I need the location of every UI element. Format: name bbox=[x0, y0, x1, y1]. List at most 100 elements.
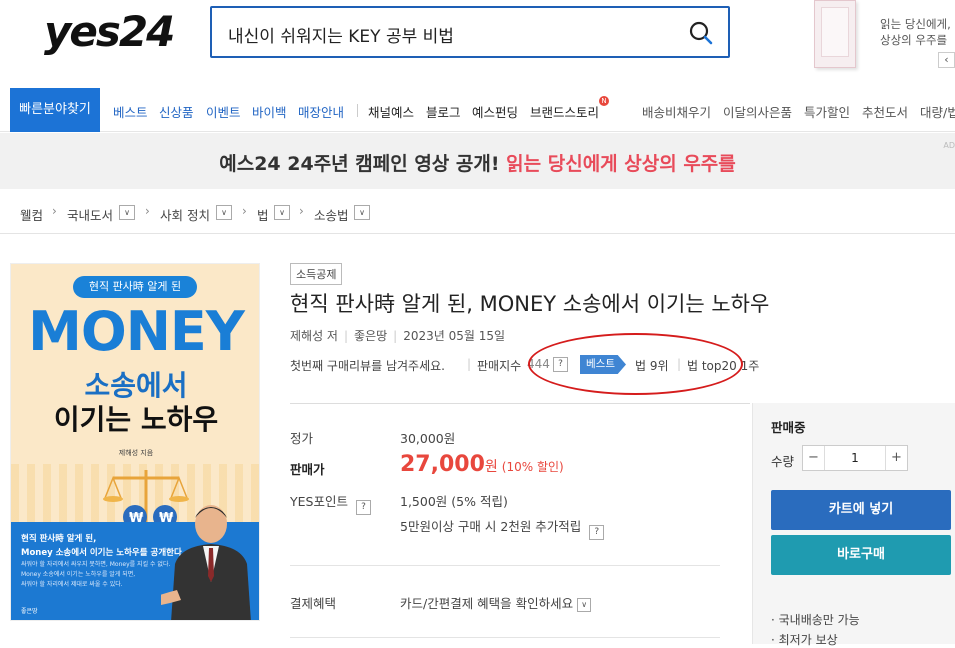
breadcrumb: 웰컴 › 국내도서 ∨ › 사회 정치 ∨ › 법 ∨ › 소송법 ∨ bbox=[0, 190, 955, 234]
cover-title-money: MONEY bbox=[28, 300, 245, 363]
yes-point-value: 1,500원 (5% 적립) bbox=[400, 494, 508, 509]
sales-status: 판매중 bbox=[771, 420, 806, 435]
banner-text-main: 예스24 24주년 캠페인 영상 공개! bbox=[219, 153, 500, 175]
discount-rate: (10% 할인) bbox=[501, 460, 564, 474]
buy-now-button[interactable]: 바로구매 bbox=[771, 535, 951, 575]
cover-tag: 현직 판사時 알게 된 bbox=[73, 276, 197, 298]
annotation-circle bbox=[528, 333, 743, 395]
cover-small-line-1: 싸워야 할 자리에서 싸우지 못하면, Money를 지킬 수 없다. bbox=[21, 561, 171, 568]
breadcrumb-domestic[interactable]: 국내도서 bbox=[67, 205, 113, 224]
promo-prev-button[interactable]: ‹ bbox=[938, 52, 955, 68]
quantity-decrease-button[interactable]: − bbox=[803, 446, 825, 470]
breadcrumb-society[interactable]: 사회 정치 bbox=[160, 205, 210, 224]
nav-special-sale[interactable]: 특가할인 bbox=[804, 102, 850, 121]
nav-new[interactable]: 신상품 bbox=[159, 102, 194, 121]
search-input[interactable]: 내신이 쉬워지는 KEY 공부 비법 bbox=[228, 22, 454, 47]
banner-text-highlight: 읽는 당신에게 상상의 우주를 bbox=[506, 153, 736, 175]
new-badge: N bbox=[599, 96, 609, 106]
breadcrumb-law[interactable]: 법 bbox=[257, 205, 269, 224]
nav-blog[interactable]: 블로그 bbox=[426, 102, 461, 121]
chevron-down-icon[interactable]: ∨ bbox=[354, 205, 370, 220]
nav-brand-story[interactable]: 브랜드스토리 bbox=[530, 102, 599, 121]
chevron-down-icon[interactable]: ∨ bbox=[577, 597, 592, 612]
ad-label: AD bbox=[943, 141, 955, 150]
cover-title-line3: 이기는 노하우 bbox=[53, 403, 219, 436]
chevron-right-icon: › bbox=[145, 204, 150, 218]
chevron-right-icon: › bbox=[52, 204, 57, 218]
sale-price-unit: 원 bbox=[484, 459, 498, 475]
chevron-right-icon: › bbox=[242, 204, 247, 218]
book-date: 2023년 05월 15일 bbox=[403, 329, 506, 343]
banner-text: 예스24 24주년 캠페인 영상 공개! 읽는 당신에게 상상의 우주를 bbox=[0, 149, 955, 176]
yes-point-label: YES포인트 ? bbox=[290, 491, 371, 515]
cover-small-line-3: 싸워야 할 자리에서 제대로 싸울 수 있다. bbox=[21, 581, 123, 588]
divider bbox=[290, 565, 720, 566]
list-price-label: 정가 bbox=[290, 431, 314, 446]
chevron-right-icon: › bbox=[299, 204, 304, 218]
sale-price-label: 판매가 bbox=[290, 462, 325, 477]
quantity-label: 수량 bbox=[771, 454, 795, 469]
promo-text[interactable]: 읽는 당신에게, 상상의 우주를 bbox=[880, 16, 951, 48]
search-icon[interactable] bbox=[688, 20, 714, 46]
cover-publisher: 좋은땅 bbox=[21, 608, 38, 615]
nav-channel-yes[interactable]: 채널예스 bbox=[368, 102, 414, 121]
list-price-value: 30,000원 bbox=[400, 431, 456, 446]
help-icon[interactable]: ? bbox=[589, 525, 605, 540]
yes-point-label-text: YES포인트 bbox=[290, 494, 348, 509]
cover-small-text: 싸워야 할 자리에서 싸우지 못하면, Money를 지킬 수 없다. Mone… bbox=[21, 560, 170, 590]
book-cover[interactable]: 현직 판사時 알게 된 MONEY 소송에서 이기는 노하우 제해성 지음 ₩ … bbox=[10, 263, 260, 621]
sales-index-label: 판매지수 bbox=[477, 359, 522, 373]
nav-store[interactable]: 매장안내 bbox=[298, 102, 344, 121]
book-author[interactable]: 제해성 저 bbox=[290, 329, 338, 343]
quantity-stepper: − 1 + bbox=[802, 445, 908, 471]
nav-bulk[interactable]: 대량/법 bbox=[920, 102, 955, 121]
nav-divider bbox=[357, 104, 358, 117]
lowest-price-note[interactable]: · 최저가 보상 bbox=[771, 631, 838, 648]
tax-deduction-tag: 소득공제 bbox=[290, 263, 343, 285]
book-meta: 제해성 저 | 좋은땅 | 2023년 05월 15일 bbox=[290, 329, 506, 343]
quantity-increase-button[interactable]: + bbox=[885, 446, 907, 470]
breadcrumb-litigation[interactable]: 소송법 bbox=[314, 205, 349, 224]
quantity-input[interactable]: 1 bbox=[825, 446, 885, 470]
promo-book-image[interactable] bbox=[814, 0, 856, 68]
nav-recommended[interactable]: 추천도서 bbox=[862, 102, 908, 121]
review-prompt[interactable]: 첫번째 구매리뷰를 남겨주세요. bbox=[290, 357, 445, 374]
campaign-banner[interactable]: 예스24 24주년 캠페인 영상 공개! 읽는 당신에게 상상의 우주를 AD bbox=[0, 133, 955, 189]
chevron-down-icon[interactable]: ∨ bbox=[119, 205, 135, 220]
promo-line-1: 읽는 당신에게, bbox=[880, 17, 951, 31]
author-photo bbox=[161, 505, 251, 620]
nav-shipping-fill[interactable]: 배송비채우기 bbox=[642, 102, 711, 121]
cover-author: 제해성 지음 bbox=[118, 449, 154, 457]
nav-funding[interactable]: 예스펀딩 bbox=[472, 102, 518, 121]
header: yes24 내신이 쉬워지는 KEY 공부 비법 읽는 당신에게, 상상의 우주… bbox=[0, 0, 955, 88]
breadcrumb-home[interactable]: 웰컴 bbox=[20, 205, 43, 224]
nav-buyback[interactable]: 바이백 bbox=[252, 102, 287, 121]
promo-line-2: 상상의 우주를 bbox=[880, 33, 948, 47]
main-nav: 빠른분야찾기 베스트 신상품 이벤트 바이백 매장안내 채널예스 블로그 예스펀… bbox=[0, 88, 955, 132]
chevron-down-icon[interactable]: ∨ bbox=[274, 205, 290, 220]
extra-point-info: 5만원이상 구매 시 2천원 추가적립 ? bbox=[400, 516, 605, 540]
divider bbox=[290, 637, 720, 638]
payment-benefit-label: 결제혜택 bbox=[290, 596, 337, 611]
divider: | bbox=[467, 357, 472, 371]
search-box[interactable]: 내신이 쉬워지는 KEY 공부 비법 bbox=[210, 6, 730, 58]
chevron-down-icon[interactable]: ∨ bbox=[216, 205, 232, 220]
nav-monthly-gift[interactable]: 이달의사은품 bbox=[723, 102, 792, 121]
extra-point-text: 5만원이상 구매 시 2천원 추가적립 bbox=[400, 519, 582, 534]
book-title: 현직 판사時 알게 된, MONEY 소송에서 이기는 노하우 bbox=[290, 292, 770, 316]
divider bbox=[290, 403, 750, 404]
quick-category-button[interactable]: 빠른분야찾기 bbox=[10, 88, 100, 132]
sale-price-number: 27,000 bbox=[400, 452, 485, 477]
help-icon[interactable]: ? bbox=[355, 500, 371, 515]
nav-event[interactable]: 이벤트 bbox=[206, 102, 241, 121]
buy-panel: 판매중 수량 − 1 + 카트에 넣기 바로구매 · 국내배송만 가능 · 최저… bbox=[752, 403, 955, 647]
domestic-shipping-note: · 국내배송만 가능 bbox=[771, 613, 860, 627]
payment-benefit-text: 카드/간편결제 혜택을 확인하세요 bbox=[400, 596, 574, 611]
add-to-cart-button[interactable]: 카트에 넣기 bbox=[771, 490, 951, 530]
sale-price: 27,000원 (10% 할인) bbox=[400, 452, 564, 477]
nav-best[interactable]: 베스트 bbox=[113, 102, 148, 121]
cover-small-line-2: Money 소송에서 이기는 노하우를 알게 되면, bbox=[21, 571, 136, 578]
payment-benefit[interactable]: 카드/간편결제 혜택을 확인하세요 ∨ bbox=[400, 593, 592, 612]
yes24-logo[interactable]: yes24 bbox=[42, 6, 182, 56]
book-publisher[interactable]: 좋은땅 bbox=[354, 329, 387, 343]
